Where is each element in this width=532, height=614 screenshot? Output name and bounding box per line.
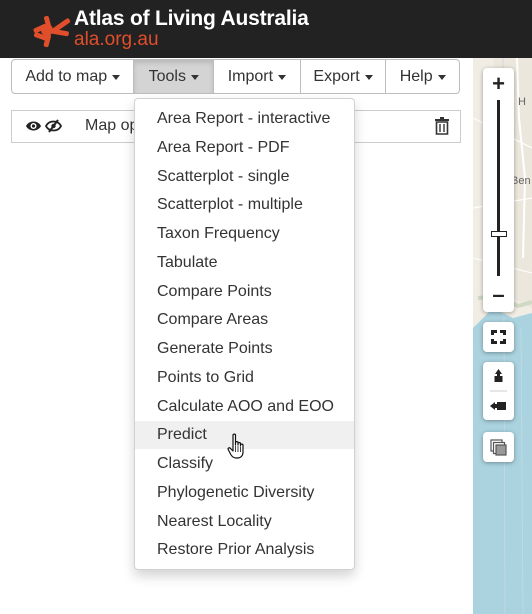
zoom-out-button[interactable]: –: [483, 282, 514, 310]
main-toolbar: Add to map Tools Import Export Help: [11, 59, 460, 94]
menu-item-compare-areas[interactable]: Compare Areas: [135, 306, 354, 334]
menu-item-scatterplot-multiple[interactable]: Scatterplot - multiple: [135, 191, 354, 219]
export-label: Export: [313, 67, 360, 85]
add-to-map-button[interactable]: Add to map: [12, 60, 135, 93]
eye-slash-icon[interactable]: [45, 119, 62, 133]
import-button[interactable]: Import: [214, 60, 301, 93]
menu-item-area-report-interactive[interactable]: Area Report - interactive: [135, 105, 354, 133]
add-to-map-label: Add to map: [25, 67, 108, 85]
menu-item-generate-points[interactable]: Generate Points: [135, 335, 354, 363]
zoom-control: + –: [483, 68, 514, 312]
fullscreen-button[interactable]: [483, 322, 514, 352]
caret-down-icon: [437, 75, 446, 80]
layers-button[interactable]: [483, 432, 514, 462]
menu-item-restore-prior-analysis[interactable]: Restore Prior Analysis: [135, 536, 354, 564]
pan-arrows-icon: [490, 369, 507, 410]
caret-down-icon: [190, 75, 199, 80]
menu-item-phylogenetic-diversity[interactable]: Phylogenetic Diversity: [135, 479, 354, 507]
site-title[interactable]: Atlas of Living Australia: [74, 7, 309, 31]
trash-icon[interactable]: [435, 117, 449, 135]
layer-label: Map op: [85, 117, 139, 134]
menu-item-tabulate[interactable]: Tabulate: [135, 249, 354, 277]
ala-logo-icon[interactable]: [31, 10, 75, 50]
site-url[interactable]: ala.org.au: [74, 29, 159, 51]
menu-item-points-to-grid[interactable]: Points to Grid: [135, 364, 354, 392]
tools-label: Tools: [148, 67, 186, 85]
hand-pointer-cursor-icon: [227, 433, 244, 459]
help-label: Help: [399, 67, 433, 85]
menu-item-nearest-locality[interactable]: Nearest Locality: [135, 508, 354, 536]
menu-item-calculate-aoo-eoo[interactable]: Calculate AOO and EOO: [135, 393, 354, 421]
menu-item-taxon-frequency[interactable]: Taxon Frequency: [135, 220, 354, 248]
help-button[interactable]: Help: [386, 60, 459, 93]
zoom-slider-track[interactable]: [497, 100, 500, 276]
layers-icon: [490, 439, 507, 456]
caret-down-icon: [278, 75, 287, 80]
tools-button[interactable]: Tools: [134, 60, 215, 93]
zoom-slider-thumb[interactable]: [491, 231, 507, 237]
caret-down-icon: [112, 75, 121, 80]
menu-item-compare-points[interactable]: Compare Points: [135, 278, 354, 306]
tools-dropdown-menu: Area Report - interactive Area Report - …: [134, 98, 355, 570]
caret-down-icon: [364, 75, 373, 80]
app-header: Atlas of Living Australia ala.org.au: [0, 0, 532, 58]
pan-control: [483, 362, 514, 420]
import-label: Import: [227, 67, 274, 85]
menu-item-area-report-pdf[interactable]: Area Report - PDF: [135, 134, 354, 162]
eye-icon[interactable]: [25, 119, 42, 133]
map-label: H: [518, 96, 526, 108]
export-button[interactable]: Export: [301, 60, 387, 93]
fullscreen-icon: [491, 330, 506, 344]
zoom-in-button[interactable]: +: [483, 70, 514, 98]
menu-item-scatterplot-single[interactable]: Scatterplot - single: [135, 163, 354, 191]
